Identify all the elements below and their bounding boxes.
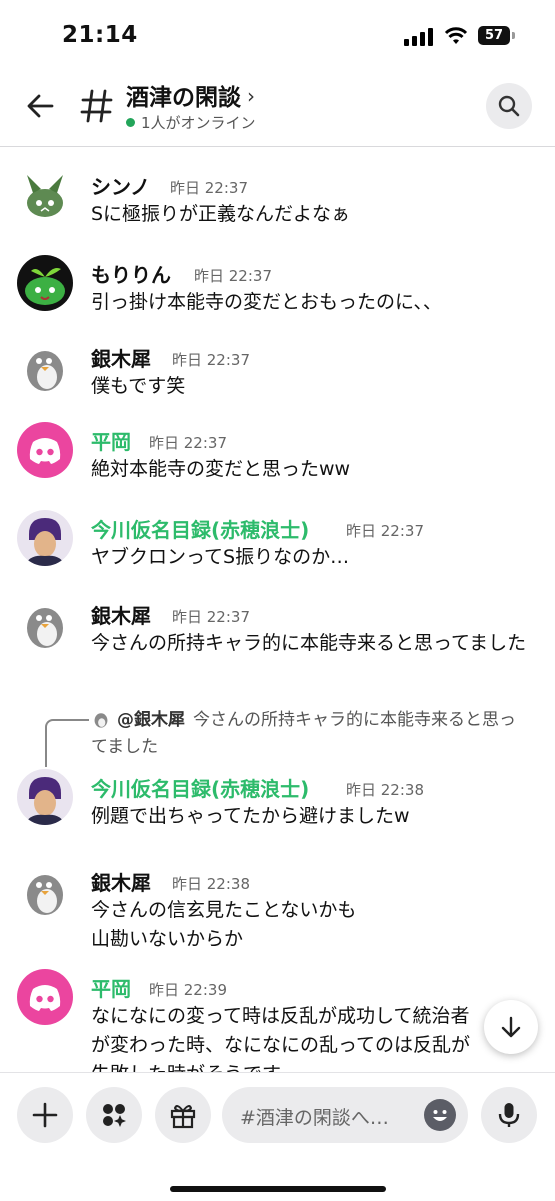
home-indicator: [170, 1186, 386, 1192]
timestamp: 昨日 22:37: [149, 434, 227, 452]
clock: 21:14: [62, 22, 138, 48]
wifi-icon: [444, 27, 468, 44]
channel-header: 酒津の閑談 › 1人がオンライン: [0, 70, 555, 147]
reply-avatar: [91, 709, 111, 729]
status-bar: 21:14 57: [0, 0, 555, 70]
battery-icon: 57: [478, 26, 510, 45]
message-text: Sに極振りが正義なんだよなぁ: [91, 203, 351, 225]
avatar[interactable]: [17, 969, 73, 1025]
avatar[interactable]: [17, 596, 73, 652]
timestamp: 昨日 22:39: [149, 981, 227, 999]
avatar[interactable]: [17, 167, 73, 223]
avatar[interactable]: [17, 255, 73, 311]
message-list[interactable]: シンノ 昨日 22:37 Sに極振りが正義なんだよなぁ もりりん 昨日 22:3…: [0, 147, 555, 1072]
plus-icon: [32, 1102, 58, 1128]
emoji-button[interactable]: [424, 1099, 456, 1131]
message-text: 僕もです笑: [91, 375, 186, 397]
reply-username: @銀木犀: [117, 710, 185, 730]
message-input[interactable]: #酒津の閑談へ…: [222, 1087, 468, 1143]
avatar[interactable]: [17, 769, 73, 825]
battery-tip: [512, 32, 515, 39]
username[interactable]: 銀木犀: [91, 867, 151, 896]
search-button[interactable]: [486, 83, 532, 129]
apps-icon: [103, 1104, 126, 1127]
timestamp: 昨日 22:37: [172, 608, 250, 626]
gift-button[interactable]: [155, 1087, 211, 1143]
avatar[interactable]: [17, 339, 73, 395]
username[interactable]: もりりん: [91, 259, 171, 288]
signal-icon: [404, 28, 434, 46]
emoji-icon: [433, 1110, 447, 1121]
username[interactable]: 平岡: [91, 426, 131, 455]
timestamp: 昨日 22:37: [172, 351, 250, 369]
message-text: なになにの変って時は反乱が成功して統治者が変わった時、なになにの乱ってのは反乱が…: [91, 1005, 471, 1072]
channel-title: 酒津の閑談: [126, 85, 241, 111]
composer-bar: #酒津の閑談へ…: [0, 1072, 555, 1201]
avatar[interactable]: [17, 863, 73, 919]
online-status: 1人がオンライン: [126, 112, 256, 133]
gift-icon: [170, 1105, 196, 1129]
online-count: 1人がオンライン: [141, 114, 256, 132]
chevron-right-icon: ›: [247, 84, 255, 108]
username[interactable]: 銀木犀: [91, 600, 151, 629]
voice-message-button[interactable]: [481, 1087, 537, 1143]
message-text: 今さんの所持キャラ的に本能寺来ると思ってました: [91, 632, 527, 654]
avatar[interactable]: [17, 510, 73, 566]
hash-icon: [80, 89, 113, 123]
online-dot-icon: [126, 118, 135, 127]
back-arrow-icon[interactable]: [24, 90, 56, 122]
message-text: 例題で出ちゃってたから避けましたw: [91, 805, 410, 827]
jump-to-latest-button[interactable]: [484, 1000, 538, 1054]
message-text: 絶対本能寺の変だと思ったww: [91, 458, 351, 480]
message-input-placeholder: #酒津の閑談へ…: [240, 1107, 389, 1129]
message-text: 引っ掛け本能寺の変だとおもったのに、、: [91, 291, 442, 313]
message-text: ヤブクロンってS振りなのか…: [91, 546, 350, 568]
timestamp: 昨日 22:37: [194, 267, 272, 285]
username[interactable]: 銀木犀: [91, 343, 151, 372]
discord-logo-icon: [29, 438, 61, 464]
arrow-down-icon: [501, 1016, 521, 1038]
username[interactable]: 今川仮名目録(赤穂浪士): [91, 514, 309, 543]
discord-logo-icon: [29, 985, 61, 1011]
username[interactable]: シンノ: [91, 171, 150, 200]
avatar[interactable]: [17, 422, 73, 478]
timestamp: 昨日 22:38: [346, 781, 424, 799]
mic-icon: [498, 1103, 520, 1127]
message-text: 今さんの信玄見たことないかも 山勘いないからか: [91, 899, 357, 950]
search-icon: [498, 95, 520, 117]
timestamp: 昨日 22:38: [172, 875, 250, 893]
apps-button[interactable]: [86, 1087, 142, 1143]
timestamp: 昨日 22:37: [170, 179, 248, 197]
username[interactable]: 平岡: [91, 973, 131, 1002]
reply-connector: [45, 719, 89, 767]
username[interactable]: 今川仮名目録(赤穂浪士): [91, 773, 309, 802]
timestamp: 昨日 22:37: [346, 522, 424, 540]
reply-preview[interactable]: @銀木犀 今さんの所持キャラ的に本能寺来ると思ってました: [91, 707, 531, 761]
channel-title-button[interactable]: 酒津の閑談 ›: [126, 78, 255, 112]
attach-button[interactable]: [17, 1087, 73, 1143]
